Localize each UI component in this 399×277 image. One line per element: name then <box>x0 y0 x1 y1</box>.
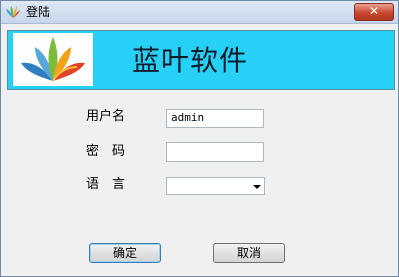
password-label: 密 码 <box>86 144 126 159</box>
window-title: 登陆 <box>26 5 51 19</box>
language-label: 语 言 <box>86 177 126 192</box>
login-window: 登陆 ✕ 蓝叶软件 用户名 admin 密 码 语 言 确定 取消 <box>0 0 399 277</box>
cancel-button[interactable]: 取消 <box>213 243 285 263</box>
logo <box>13 33 93 86</box>
chevron-down-icon[interactable] <box>253 185 261 189</box>
password-field[interactable] <box>166 142 264 162</box>
ok-button[interactable]: 确定 <box>89 243 161 263</box>
lotus-logo-icon <box>21 37 85 82</box>
title-bar[interactable]: 登陆 ✕ <box>1 1 398 24</box>
username-label: 用户名 <box>86 109 126 124</box>
close-button[interactable]: ✕ <box>354 3 394 21</box>
banner-title: 蓝叶软件 <box>132 44 249 77</box>
app-leaf-icon <box>6 6 20 18</box>
header-banner: 蓝叶软件 <box>7 30 395 90</box>
username-field[interactable]: admin <box>166 109 264 128</box>
language-select[interactable] <box>166 177 265 195</box>
